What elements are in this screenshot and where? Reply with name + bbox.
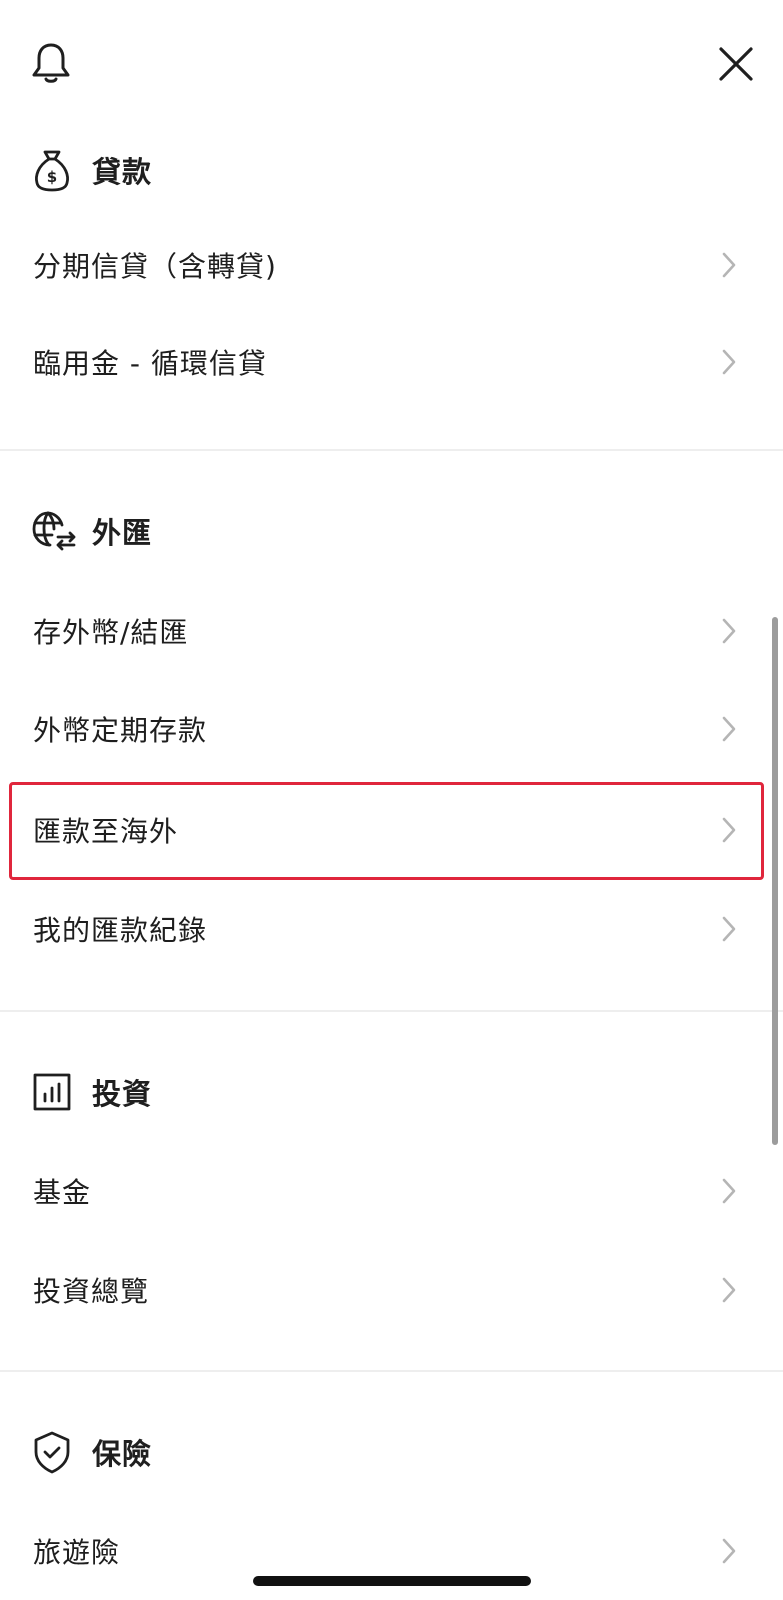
menu-item-label: 匯款至海外 — [33, 815, 179, 848]
section-divider — [0, 1010, 783, 1012]
menu-item-revolving-credit[interactable]: 臨用金 - 循環信貸 — [0, 314, 783, 410]
money-bag-icon: $ — [32, 148, 72, 192]
menu-item-label: 外幣定期存款 — [33, 714, 208, 747]
menu-item-remittance-records[interactable]: 我的匯款紀錄 — [0, 881, 783, 977]
globe-exchange-icon — [32, 509, 76, 553]
section-divider — [0, 449, 783, 451]
section-title-forex: 外匯 — [92, 516, 153, 550]
section-divider — [0, 1370, 783, 1372]
svg-text:$: $ — [47, 168, 57, 186]
bar-chart-icon — [32, 1070, 72, 1114]
chevron-right-icon — [721, 251, 737, 279]
section-title-insurance: 保險 — [92, 1437, 153, 1471]
section-header-investment: 投資 — [32, 1068, 732, 1116]
menu-item-overseas-remittance[interactable]: 匯款至海外 — [0, 782, 783, 878]
chevron-right-icon — [721, 715, 737, 743]
menu-item-foreign-time-deposit[interactable]: 外幣定期存款 — [0, 681, 783, 777]
chevron-right-icon — [721, 816, 737, 844]
chevron-right-icon — [721, 1177, 737, 1205]
menu-item-label: 我的匯款紀錄 — [33, 914, 208, 947]
menu-item-investment-overview[interactable]: 投資總覽 — [0, 1242, 783, 1338]
menu-item-label: 分期信貸（含轉貸) — [33, 250, 277, 283]
menu-item-label: 旅遊險 — [33, 1536, 121, 1569]
chevron-right-icon — [721, 348, 737, 376]
home-indicator[interactable] — [253, 1576, 531, 1586]
chevron-right-icon — [721, 915, 737, 943]
section-header-insurance: 保險 — [32, 1428, 732, 1476]
shield-check-icon — [32, 1430, 72, 1474]
scrollbar[interactable] — [772, 617, 778, 1145]
close-icon[interactable] — [716, 44, 756, 84]
menu-item-label: 投資總覽 — [33, 1275, 150, 1308]
menu-item-label: 臨用金 - 循環信貸 — [33, 347, 267, 380]
menu-item-foreign-currency-deposit[interactable]: 存外幣/結匯 — [0, 583, 783, 679]
chevron-right-icon — [721, 1537, 737, 1565]
section-title-loans: 貸款 — [92, 155, 153, 189]
menu-item-label: 存外幣/結匯 — [33, 616, 189, 649]
chevron-right-icon — [721, 617, 737, 645]
section-header-forex: 外匯 — [32, 507, 732, 555]
chevron-right-icon — [721, 1276, 737, 1304]
bell-icon[interactable] — [28, 40, 74, 86]
menu-item-label: 基金 — [33, 1176, 92, 1209]
section-title-investment: 投資 — [92, 1077, 153, 1111]
menu-item-installment-loan[interactable]: 分期信貸（含轉貸) — [0, 217, 783, 313]
menu-item-fund[interactable]: 基金 — [0, 1143, 783, 1239]
section-header-loans: $ 貸款 — [32, 146, 732, 194]
